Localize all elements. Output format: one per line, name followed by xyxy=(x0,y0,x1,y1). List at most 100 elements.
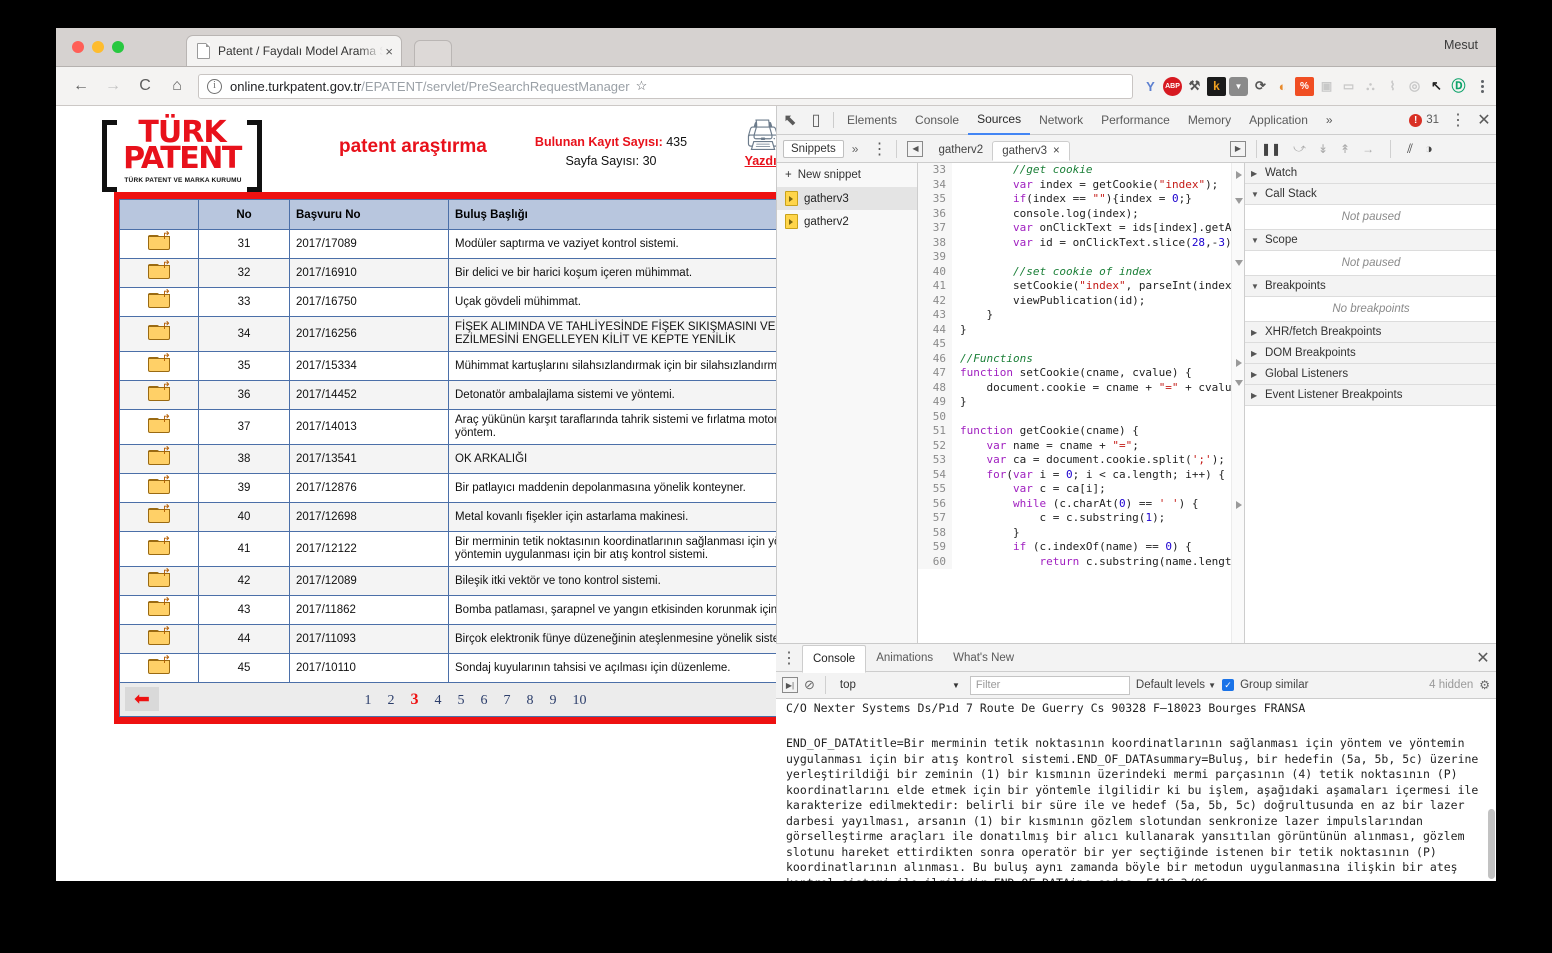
step-icon[interactable]: → xyxy=(1362,142,1374,156)
tab-elements[interactable]: Elements xyxy=(838,107,906,134)
page-link-5[interactable]: 5 xyxy=(458,693,465,709)
pocket-extension-icon[interactable]: ◎ xyxy=(1405,77,1424,96)
line-number[interactable]: 45 xyxy=(918,337,952,352)
sources-menu-icon[interactable]: ⋮ xyxy=(866,136,892,162)
code-line[interactable]: 56 while (c.charAt(0) == ' ') { xyxy=(918,496,1244,511)
browser-tab[interactable]: Patent / Faydalı Model Arama S × xyxy=(186,35,402,66)
group-similar-checkbox[interactable]: ✓ xyxy=(1222,679,1235,691)
drop-extension-icon[interactable]: ◐ xyxy=(1273,77,1292,96)
line-number[interactable]: 47 xyxy=(918,366,952,381)
code-line[interactable]: 52 var name = cname + "="; xyxy=(918,438,1244,453)
line-number[interactable]: 60 xyxy=(918,554,952,569)
pocket-arrow-icon[interactable]: ▼ xyxy=(1229,76,1248,96)
line-number[interactable]: 39 xyxy=(918,250,952,265)
code-line[interactable]: 51 function getCookie(cname) { xyxy=(918,424,1244,439)
file-tab-gatherv3[interactable]: gatherv3 × xyxy=(992,140,1070,161)
open-record-icon[interactable]: ↱ xyxy=(119,351,199,381)
device-toolbar-icon[interactable]: ▯ xyxy=(803,107,829,133)
code-line[interactable]: 44} xyxy=(918,322,1244,337)
comment-extension-icon[interactable]: ▭ xyxy=(1339,77,1358,96)
open-record-icon[interactable]: ↱ xyxy=(119,258,199,288)
debugger-section-breakpoints[interactable]: ▼ Breakpoints xyxy=(1245,276,1496,297)
line-number[interactable]: 35 xyxy=(918,192,952,207)
console-sidebar-icon[interactable]: ▶| xyxy=(782,677,798,693)
code-line[interactable]: 40 //set cookie of index xyxy=(918,264,1244,279)
debugger-section-dom-breakpoints[interactable]: ▶ DOM Breakpoints xyxy=(1245,343,1496,364)
line-number[interactable]: 37 xyxy=(918,221,952,236)
line-number[interactable]: 49 xyxy=(918,395,952,410)
profile-name[interactable]: Mesut xyxy=(1444,38,1478,52)
code-line[interactable]: 50 xyxy=(918,409,1244,424)
drawer-tab-whats-new[interactable]: What's New xyxy=(943,645,1024,671)
line-number[interactable]: 46 xyxy=(918,351,952,366)
open-record-icon[interactable]: ↱ xyxy=(119,595,199,625)
drawer-tab-animations[interactable]: Animations xyxy=(866,645,943,671)
console-scrollbar[interactable] xyxy=(1487,699,1496,881)
table-row[interactable]: ↱ 36 2017/14452 Detonatör ambalajlama siste… xyxy=(119,380,776,410)
table-row[interactable]: ↱ 45 2017/10110 Sondaj kuyularının tahsisi … xyxy=(119,653,776,683)
open-record-icon[interactable]: ↱ xyxy=(119,653,199,683)
collapse-navigator-icon[interactable]: ◀ xyxy=(907,140,924,157)
code-line[interactable]: 34 var index = getCookie("index"); xyxy=(918,177,1244,192)
debugger-section-call-stack[interactable]: ▼ Call Stack xyxy=(1245,184,1496,205)
close-window-button[interactable] xyxy=(72,41,84,53)
page-link-2[interactable]: 2 xyxy=(388,693,395,709)
bookmark-star-icon[interactable]: ☆ xyxy=(636,78,648,94)
debugger-section-global-listeners[interactable]: ▶ Global Listeners xyxy=(1245,364,1496,385)
minimize-window-button[interactable] xyxy=(92,41,104,53)
code-line[interactable]: 48 document.cookie = cname + "=" + cvalu… xyxy=(918,380,1244,395)
video-extension-icon[interactable]: ▣ xyxy=(1317,77,1336,96)
code-line[interactable]: 37 var onClickText = ids[index].getAttri xyxy=(918,221,1244,236)
snippet-item-gatherv2[interactable]: gatherv2 xyxy=(777,210,917,233)
wappalyzer-icon[interactable]: % xyxy=(1295,76,1314,96)
table-row[interactable]: ↱ 42 2017/12089 Bileşik itki vektör ve tono… xyxy=(119,566,776,596)
tab-memory[interactable]: Memory xyxy=(1179,107,1240,134)
kaspersky-extension-icon[interactable]: k xyxy=(1207,76,1226,96)
line-number[interactable]: 41 xyxy=(918,279,952,294)
table-row[interactable]: ↱ 41 2017/12122 Bir merminin tetik noktasın… xyxy=(119,531,776,567)
print-button[interactable]: 🖨 Yazdır xyxy=(728,120,776,169)
tab-performance[interactable]: Performance xyxy=(1092,107,1179,134)
page-link-4[interactable]: 4 xyxy=(435,693,442,709)
code-line[interactable]: 38 var id = onClickText.slice(28,-3); xyxy=(918,235,1244,250)
open-record-icon[interactable]: ↱ xyxy=(119,316,199,352)
open-record-icon[interactable]: ↱ xyxy=(119,444,199,474)
line-number[interactable]: 43 xyxy=(918,308,952,323)
sitemap-extension-icon[interactable]: ⛬ xyxy=(1361,77,1380,96)
close-drawer-icon[interactable]: ✕ xyxy=(1470,645,1496,671)
drawer-tab-console[interactable]: Console xyxy=(802,644,867,673)
code-line[interactable]: 45 xyxy=(918,337,1244,352)
debugger-section-watch[interactable]: ▶ Watch xyxy=(1245,163,1496,184)
line-number[interactable]: 56 xyxy=(918,496,952,511)
log-levels-select[interactable]: Default levels ▼ xyxy=(1136,679,1216,691)
clear-console-icon[interactable]: ⊘ xyxy=(804,677,815,693)
code-line[interactable]: 53 var ca = document.cookie.split(';'); xyxy=(918,453,1244,468)
file-tab-gatherv2[interactable]: gatherv2 xyxy=(929,141,992,159)
more-panels-icon[interactable]: » xyxy=(1317,107,1342,134)
close-tab-icon[interactable]: × xyxy=(383,45,395,58)
kaspersky-protect-icon[interactable]: ↖ xyxy=(1427,77,1446,96)
tab-application[interactable]: Application xyxy=(1240,107,1317,134)
line-number[interactable]: 55 xyxy=(918,482,952,497)
browser-menu-icon[interactable] xyxy=(1472,76,1492,96)
line-number[interactable]: 44 xyxy=(918,322,952,337)
code-line[interactable]: 36 console.log(index); xyxy=(918,206,1244,221)
recorder-extension-icon[interactable]: ⟳ xyxy=(1251,77,1270,96)
pause-on-exceptions-icon[interactable]: ◑ xyxy=(1425,141,1433,156)
console-filter-input[interactable]: Filter xyxy=(969,675,1130,695)
table-row[interactable]: ↱ 39 2017/12876 Bir patlayıcı maddenin depo… xyxy=(119,473,776,503)
console-settings-icon[interactable]: ⚙ xyxy=(1479,678,1490,692)
scrollbar-thumb[interactable] xyxy=(1488,809,1495,880)
table-row[interactable]: ↱ 33 2017/16750 Uçak gövdeli mühimmat. xyxy=(119,287,776,317)
home-icon[interactable]: ⌂ xyxy=(164,73,190,99)
table-row[interactable]: ↱ 38 2017/13541 OK ARKALIĞI xyxy=(119,444,776,474)
debugger-section-scope[interactable]: ▼ Scope xyxy=(1245,230,1496,251)
execution-context-select[interactable]: top ▼ xyxy=(836,679,964,691)
code-line[interactable]: 55 var c = ca[i]; xyxy=(918,482,1244,497)
snippet-item-gatherv3[interactable]: gatherv3 xyxy=(777,187,917,210)
window-controls[interactable] xyxy=(72,41,124,53)
honey-extension-icon[interactable]: ⚒ xyxy=(1185,77,1204,96)
table-row[interactable]: ↱ 35 2017/15334 Mühimmat kartuşlarını silah… xyxy=(119,351,776,381)
open-record-icon[interactable]: ↱ xyxy=(119,473,199,503)
tab-console[interactable]: Console xyxy=(906,107,968,134)
